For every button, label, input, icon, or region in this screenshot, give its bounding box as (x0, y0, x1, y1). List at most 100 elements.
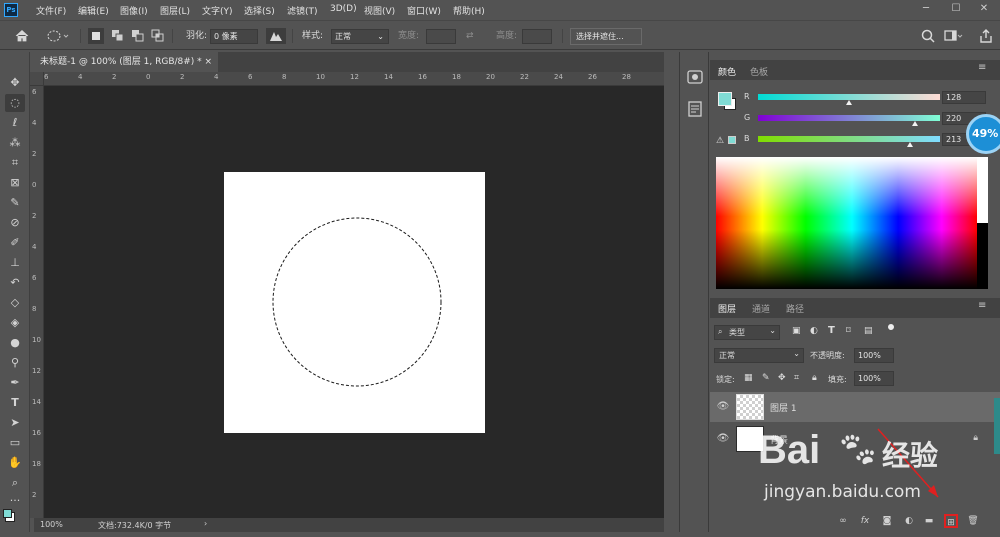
lock-position-icon[interactable]: ✥ (778, 373, 786, 383)
menu-type[interactable]: 文字(Y) (202, 4, 233, 17)
healing-brush-tool-icon[interactable]: ⊘ (5, 214, 25, 232)
visibility-eye-icon[interactable]: 👁︎ (716, 401, 730, 413)
fill-input[interactable]: 100% (854, 371, 894, 386)
layer-filter-value: 类型 (729, 328, 745, 337)
tab-layers[interactable]: 图层 (718, 302, 736, 315)
layer-row-layer1[interactable]: 👁︎ 图层 1 (710, 392, 1000, 422)
filter-toggle-icon[interactable] (888, 324, 894, 330)
paint-bucket-tool-icon[interactable]: ◈ (5, 314, 25, 332)
path-selection-tool-icon[interactable]: ➤ (5, 414, 25, 432)
ruler-origin[interactable] (30, 72, 44, 86)
tab-swatches[interactable]: 色板 (750, 65, 768, 78)
performance-badge[interactable]: 49% (966, 112, 1000, 156)
zoom-level[interactable]: 100% (40, 520, 63, 529)
visibility-eye-icon[interactable]: 👁︎ (716, 433, 730, 445)
eyedropper-tool-icon[interactable]: ✎ (5, 194, 25, 212)
rectangle-tool-icon[interactable]: ▭ (5, 434, 25, 452)
tab-channels[interactable]: 通道 (752, 302, 770, 315)
lock-pixels-icon[interactable]: ✎ (762, 373, 770, 383)
close-window-button[interactable]: ✕ (970, 0, 998, 18)
ruler-tick: 12 (350, 73, 359, 81)
menu-select[interactable]: 选择(S) (244, 4, 275, 17)
opacity-input[interactable]: 100% (854, 348, 894, 363)
watermark-url: jingyan.baidu.com (764, 482, 921, 502)
panel-scrollbar[interactable] (994, 398, 1000, 454)
hand-tool-icon[interactable]: ✋ (5, 454, 25, 472)
brush-tool-icon[interactable]: ✐ (5, 234, 25, 252)
search-icon[interactable] (920, 28, 936, 44)
lock-all-icon[interactable]: 🔒︎ (812, 373, 817, 383)
ruler-tick: 20 (486, 73, 495, 81)
lasso-tool-icon[interactable]: ℓ (5, 114, 25, 132)
height-input[interactable] (522, 29, 552, 44)
menu-file[interactable]: 文件(F) (36, 4, 66, 17)
foreground-color-swatch[interactable] (3, 509, 12, 518)
menu-3d[interactable]: 3D(D) (330, 4, 357, 14)
more-tools-icon[interactable]: ··· (5, 492, 25, 510)
menu-filter[interactable]: 滤镜(T) (287, 4, 318, 17)
g-slider-thumb[interactable] (912, 121, 918, 126)
share-icon[interactable] (978, 28, 994, 44)
move-tool-icon[interactable]: ✥ (5, 74, 25, 92)
home-icon[interactable] (14, 28, 30, 44)
shape-filter-icon[interactable]: ⌑ (846, 326, 851, 336)
history-brush-tool-icon[interactable]: ↶ (5, 274, 25, 292)
add-selection-icon[interactable] (110, 28, 126, 44)
lock-transparency-icon[interactable]: ▦ (744, 373, 753, 383)
adjustment-filter-icon[interactable]: ◐ (810, 326, 818, 336)
layers-menu-icon[interactable]: ≡ (978, 300, 986, 311)
tab-paths[interactable]: 路径 (786, 302, 804, 315)
anti-alias-icon[interactable] (266, 28, 286, 44)
b-slider-thumb[interactable] (907, 142, 913, 147)
menu-window[interactable]: 窗口(W) (407, 4, 441, 17)
r-value[interactable]: 128 (942, 91, 986, 104)
layer-name[interactable]: 图层 1 (770, 401, 797, 414)
menu-edit[interactable]: 编辑(E) (78, 4, 109, 17)
elliptical-marquee-tool-icon[interactable]: ◌ (5, 94, 25, 112)
r-slider-thumb[interactable] (846, 100, 852, 105)
intersect-selection-icon[interactable] (150, 28, 166, 44)
lock-artboard-icon[interactable]: ⌗ (794, 373, 799, 383)
status-arrow-icon[interactable]: › (204, 519, 207, 528)
crop-tool-icon[interactable]: ⌗ (5, 154, 25, 172)
clone-stamp-tool-icon[interactable]: ⊥ (5, 254, 25, 272)
marquee-preset-icon[interactable] (46, 28, 69, 44)
maximize-button[interactable]: ☐ (942, 0, 970, 18)
panel-menu-icon[interactable]: ≡ (978, 62, 986, 73)
tab-color[interactable]: 颜色 (718, 65, 736, 78)
workspace-icon[interactable] (944, 28, 963, 44)
menu-help[interactable]: 帮助(H) (453, 4, 485, 17)
smart-object-filter-icon[interactable]: ▤ (864, 326, 873, 336)
type-tool-icon[interactable]: T (5, 394, 25, 412)
color-spectrum[interactable] (716, 157, 988, 289)
width-input[interactable] (426, 29, 456, 44)
minimize-button[interactable]: ─ (912, 0, 940, 18)
zoom-tool-icon[interactable]: ⌕ (5, 474, 25, 492)
gamut-swatch[interactable] (728, 136, 736, 144)
blend-mode-select[interactable]: 正常 ⌄ (714, 348, 804, 363)
menu-image[interactable]: 图像(I) (120, 4, 148, 17)
pixel-filter-icon[interactable]: ▣ (792, 326, 801, 336)
swap-dimensions-icon[interactable]: ⇄ (466, 28, 474, 44)
menu-view[interactable]: 视图(V) (364, 4, 395, 17)
height-label: 高度: (496, 31, 518, 41)
foreground-swatch[interactable] (718, 92, 732, 106)
subtract-selection-icon[interactable] (130, 28, 146, 44)
select-and-mask-button[interactable]: 选择并遮住... (570, 28, 642, 45)
style-select[interactable]: 正常 ⌄ (331, 29, 389, 44)
layer-filter-select[interactable]: ⌕ 类型 ⌄ (714, 325, 780, 340)
frame-tool-icon[interactable]: ⊠ (5, 174, 25, 192)
blur-tool-icon[interactable]: ● (5, 334, 25, 352)
magic-wand-tool-icon[interactable]: ⁂ (5, 134, 25, 152)
document-tab[interactable]: 未标题-1 @ 100% (图层 1, RGB/8#) * × (34, 52, 218, 72)
eraser-tool-icon[interactable]: ◇ (5, 294, 25, 312)
feather-input[interactable]: 0 像素 (210, 29, 258, 44)
pen-tool-icon[interactable]: ✒ (5, 374, 25, 392)
menu-layer[interactable]: 图层(L) (160, 4, 190, 17)
dodge-tool-icon[interactable]: ⚲ (5, 354, 25, 372)
properties-panel-icon[interactable] (686, 100, 704, 118)
new-selection-icon[interactable] (88, 28, 104, 44)
close-tab-icon[interactable]: × (204, 52, 212, 72)
type-filter-icon[interactable]: T (828, 325, 835, 336)
history-panel-icon[interactable] (686, 68, 704, 86)
